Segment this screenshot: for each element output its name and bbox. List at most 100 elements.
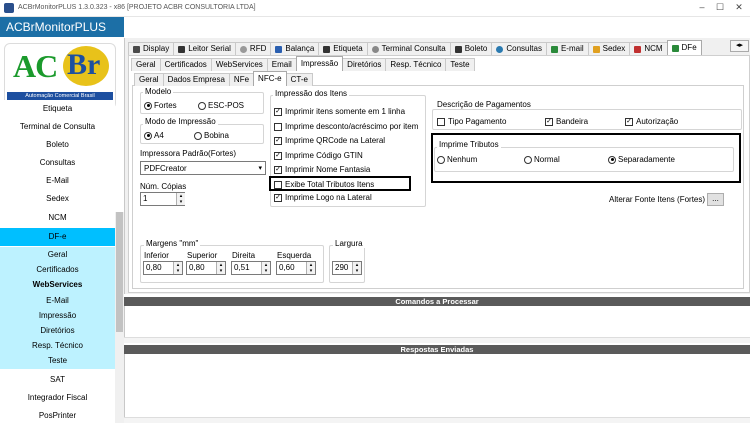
sidebar-item-posprinter[interactable]: PosPrinter <box>0 407 115 423</box>
modelo-escpos-radio[interactable]: ESC-POS <box>198 101 244 110</box>
label-icon <box>323 45 331 53</box>
tab-certificados[interactable]: Certificados <box>159 58 212 71</box>
checkbox-box: ✓ <box>274 165 282 174</box>
tab-teste[interactable]: Teste <box>445 58 475 71</box>
close-button[interactable]: ✕ <box>731 2 747 13</box>
tab-boleto[interactable]: Boleto <box>449 42 493 55</box>
radio-label: A4 <box>154 131 164 140</box>
direita-label: Direita <box>232 251 256 260</box>
modelo-title: Modelo <box>143 87 174 96</box>
respostas-area[interactable] <box>124 354 750 423</box>
tab-terminal-consulta[interactable]: Terminal Consulta <box>366 42 451 55</box>
tab-ncm[interactable]: NCM <box>629 42 668 55</box>
tab-dados-empresa[interactable]: Dados Empresa <box>162 73 230 86</box>
logo-lateral-checkbox[interactable]: ✓ Imprime Logo na Lateral <box>274 193 372 202</box>
tab-email[interactable]: E-mail <box>545 42 589 55</box>
sidebar-item-boleto[interactable]: Boleto <box>0 136 115 154</box>
sidebar: ACBrMonitorPLUS AC Br Automação Comercia… <box>0 17 124 423</box>
sidebar-subitem-webservices[interactable]: WebServices <box>0 277 115 293</box>
tab-resp-tecnico[interactable]: Resp. Técnico <box>385 58 447 71</box>
sidebar-subitem-diretorios[interactable]: Diretórios <box>0 323 115 339</box>
esquerda-spinner[interactable]: ▴ ▾ <box>306 262 315 274</box>
globe-icon <box>496 45 504 53</box>
tab-leitor-serial[interactable]: Leitor Serial <box>173 42 236 55</box>
sidebar-subitem-impressao[interactable]: Impressão <box>0 307 115 323</box>
nome-fantasia-checkbox[interactable]: ✓ Imprimir Nome Fantasia <box>274 165 370 174</box>
checkbox-label: Imprimir itens somente em 1 linha <box>285 107 406 116</box>
largura-spinner[interactable]: ▴ ▾ <box>352 262 361 274</box>
sidebar-item-terminal[interactable]: Terminal de Consulta <box>0 118 115 136</box>
barcode-icon <box>178 45 186 53</box>
tab-consultas[interactable]: Consultas <box>491 42 547 55</box>
tab-nfe[interactable]: NFe <box>228 73 255 86</box>
tab-balanca[interactable]: Balança <box>270 42 320 55</box>
itens-1-linha-checkbox[interactable]: ✓ Imprimir itens somente em 1 linha <box>274 107 405 116</box>
sidebar-subitem-certificados[interactable]: Certificados <box>0 262 115 278</box>
sidebar-item-dfe[interactable]: DF-e <box>0 228 115 246</box>
mail-icon <box>550 45 558 53</box>
tipo-pagamento-checkbox[interactable]: Tipo Pagamento <box>437 117 506 126</box>
sidebar-subitem-email[interactable]: E-Mail <box>0 292 115 308</box>
superior-spinner[interactable]: ▴ ▾ <box>216 262 225 274</box>
sidebar-item-integrador[interactable]: Integrador Fiscal <box>0 389 115 407</box>
tab-label: NCM <box>644 44 663 53</box>
app-title: ACBrMonitorPLUS <box>0 17 124 37</box>
bandeira-checkbox[interactable]: ✓ Bandeira <box>545 117 588 126</box>
impressora-select[interactable]: PDFCreator ▾ <box>140 161 266 175</box>
direita-value: 0,51 <box>234 263 250 272</box>
maximize-button[interactable]: ☐ <box>712 2 728 13</box>
top-tabbar: Display Leitor Serial RFD Balança Etique… <box>128 39 702 55</box>
tab-impressao[interactable]: Impressão <box>295 56 344 71</box>
tab-email-dfe[interactable]: Email <box>266 58 297 71</box>
sidebar-item-consultas[interactable]: Consultas <box>0 154 115 172</box>
copias-spinner[interactable]: ▴ ▾ <box>176 193 185 205</box>
disk-icon <box>239 45 247 53</box>
tab-geral-imp[interactable]: Geral <box>134 73 164 86</box>
highlight-box-tributos-itens <box>269 176 411 191</box>
gtin-checkbox[interactable]: ✓ Imprime Código GTIN <box>274 151 363 160</box>
sidebar-item-etiqueta[interactable]: Etiqueta <box>0 100 115 118</box>
tab-sedex[interactable]: Sedex <box>587 42 631 55</box>
logo-ac-text: AC <box>13 48 58 84</box>
respostas-hscroll[interactable] <box>124 417 750 423</box>
sidebar-scroll-thumb[interactable] <box>116 212 123 332</box>
comandos-hscroll[interactable] <box>124 337 750 343</box>
sidebar-subitem-teste[interactable]: Teste <box>0 353 115 369</box>
dfe-icon <box>671 44 679 52</box>
tab-webservices[interactable]: WebServices <box>210 58 268 71</box>
sidebar-item-email[interactable]: E-Mail <box>0 172 115 190</box>
autorizacao-checkbox[interactable]: ✓ Autorização <box>625 117 678 126</box>
checkbox-box: ✓ <box>274 151 282 160</box>
direita-spinner[interactable]: ▴ ▾ <box>261 262 270 274</box>
modelo-fortes-radio[interactable]: Fortes <box>144 101 177 110</box>
desconto-item-checkbox[interactable]: Imprime desconto/acréscimo por item <box>274 122 418 131</box>
sidebar-subitem-geral[interactable]: Geral <box>0 247 115 263</box>
sidebar-subitem-resp-tecnico[interactable]: Resp. Técnico <box>0 338 115 354</box>
tab-label: Display <box>143 44 170 53</box>
tab-label: Balança <box>285 44 315 53</box>
sidebar-item-ncm[interactable]: NCM <box>0 209 115 227</box>
checkbox-box: ✓ <box>274 193 282 202</box>
tab-rfd[interactable]: RFD <box>234 42 272 55</box>
tab-diretorios[interactable]: Diretórios <box>342 58 387 71</box>
esquerda-label: Esquerda <box>277 251 312 260</box>
modo-bobina-radio[interactable]: Bobina <box>194 131 229 140</box>
tab-dfe[interactable]: DFe <box>666 40 702 55</box>
sidebar-item-sedex[interactable]: Sedex <box>0 190 115 208</box>
inferior-value: 0,80 <box>146 263 162 272</box>
qrcode-lateral-checkbox[interactable]: ✓ Imprime QRCode na Lateral <box>274 136 385 145</box>
comandos-header: Comandos a Processar <box>124 297 750 306</box>
tab-label: Etiqueta <box>333 44 363 53</box>
tab-cte[interactable]: CT-e <box>285 73 313 86</box>
fonte-button[interactable]: ... <box>707 193 724 206</box>
tab-etiqueta[interactable]: Etiqueta <box>318 42 368 55</box>
tab-nfce[interactable]: NFC-e <box>253 71 287 86</box>
modo-a4-radio[interactable]: A4 <box>144 131 164 140</box>
tab-geral[interactable]: Geral <box>131 58 161 71</box>
tab-scroll-arrows[interactable]: ◂▸ <box>730 40 749 52</box>
tab-display[interactable]: Display <box>128 42 175 55</box>
inferior-spinner[interactable]: ▴ ▾ <box>173 262 182 274</box>
minimize-button[interactable]: – <box>694 2 710 12</box>
sidebar-item-sat[interactable]: SAT <box>0 371 115 389</box>
margens-title: Margens "mm" <box>144 239 201 248</box>
